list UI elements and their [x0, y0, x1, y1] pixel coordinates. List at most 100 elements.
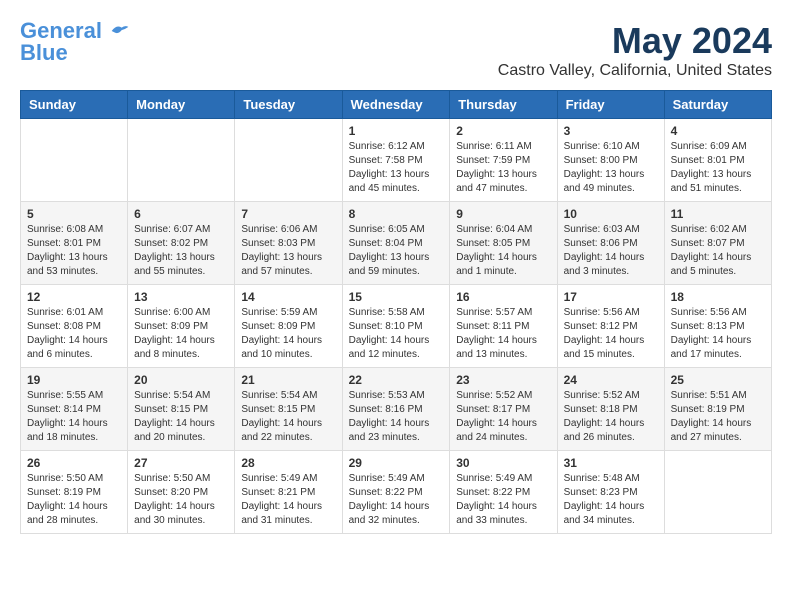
logo-text: General [20, 20, 130, 42]
calendar-cell: 4 Sunrise: 6:09 AMSunset: 8:01 PMDaylight… [664, 119, 771, 202]
day-number: 30 [456, 456, 550, 470]
day-number: 4 [671, 124, 765, 138]
calendar: SundayMondayTuesdayWednesdayThursdayFrid… [20, 90, 772, 534]
day-number: 9 [456, 207, 550, 221]
calendar-cell: 15 Sunrise: 5:58 AMSunset: 8:10 PMDayligh… [342, 285, 450, 368]
calendar-header-friday: Friday [557, 91, 664, 119]
day-info: Sunrise: 6:05 AMSunset: 8:04 PMDaylight:… [349, 223, 444, 279]
calendar-cell: 31Sunrise: 5:48 AMSunset: 8:23 PMDayligh… [557, 451, 664, 534]
location: Castro Valley, California, United States [498, 62, 772, 80]
calendar-header-thursday: Thursday [450, 91, 557, 119]
calendar-header-sunday: Sunday [21, 91, 128, 119]
day-number: 11 [671, 207, 765, 221]
day-number: 25 [671, 373, 765, 387]
title-section: May 2024 Castro Valley, California, Unit… [498, 20, 772, 80]
day-info: Sunrise: 6:12 AMSunset: 7:58 PMDaylight:… [349, 140, 444, 196]
day-number: 31 [564, 456, 658, 470]
day-info: Sunrise: 5:58 AMSunset: 8:10 PMDaylight:… [349, 306, 444, 362]
page-header: General Blue May 2024 Castro Valley, Cal… [20, 20, 772, 80]
calendar-week-2: 5 Sunrise: 6:08 AMSunset: 8:01 PMDaylight… [21, 202, 772, 285]
day-info: Sunrise: 5:59 AMSunset: 8:09 PMDaylight:… [241, 306, 335, 362]
calendar-cell: 13 Sunrise: 6:00 AMSunset: 8:09 PMDayligh… [128, 285, 235, 368]
day-number: 3 [564, 124, 658, 138]
day-number: 13 [134, 290, 228, 304]
calendar-week-3: 12 Sunrise: 6:01 AMSunset: 8:08 PMDayligh… [21, 285, 772, 368]
day-number: 20 [134, 373, 228, 387]
calendar-cell: 10 Sunrise: 6:03 AMSunset: 8:06 PMDayligh… [557, 202, 664, 285]
calendar-cell: 26Sunrise: 5:50 AMSunset: 8:19 PMDayligh… [21, 451, 128, 534]
day-number: 12 [27, 290, 121, 304]
calendar-header-wednesday: Wednesday [342, 91, 450, 119]
day-info: Sunrise: 5:57 AMSunset: 8:11 PMDaylight:… [456, 306, 550, 362]
day-info: Sunrise: 5:49 AMSunset: 8:22 PMDaylight:… [349, 472, 444, 528]
day-info: Sunrise: 6:07 AMSunset: 8:02 PMDaylight:… [134, 223, 228, 279]
calendar-cell: 5 Sunrise: 6:08 AMSunset: 8:01 PMDaylight… [21, 202, 128, 285]
day-number: 24 [564, 373, 658, 387]
day-number: 8 [349, 207, 444, 221]
calendar-header-row: SundayMondayTuesdayWednesdayThursdayFrid… [21, 91, 772, 119]
day-info: Sunrise: 5:56 AMSunset: 8:12 PMDaylight:… [564, 306, 658, 362]
day-number: 6 [134, 207, 228, 221]
day-info: Sunrise: 5:56 AMSunset: 8:13 PMDaylight:… [671, 306, 765, 362]
calendar-week-4: 19 Sunrise: 5:55 AMSunset: 8:14 PMDayligh… [21, 368, 772, 451]
day-info: Sunrise: 6:02 AMSunset: 8:07 PMDaylight:… [671, 223, 765, 279]
day-info: Sunrise: 5:52 AMSunset: 8:18 PMDaylight:… [564, 389, 658, 445]
day-number: 5 [27, 207, 121, 221]
day-info: Sunrise: 6:04 AMSunset: 8:05 PMDaylight:… [456, 223, 550, 279]
day-info: Sunrise: 5:52 AMSunset: 8:17 PMDaylight:… [456, 389, 550, 445]
logo-text2: Blue [20, 40, 68, 65]
day-number: 15 [349, 290, 444, 304]
calendar-cell: 1 Sunrise: 6:12 AMSunset: 7:58 PMDaylight… [342, 119, 450, 202]
calendar-cell: 17 Sunrise: 5:56 AMSunset: 8:12 PMDayligh… [557, 285, 664, 368]
day-number: 23 [456, 373, 550, 387]
calendar-cell: 9 Sunrise: 6:04 AMSunset: 8:05 PMDaylight… [450, 202, 557, 285]
day-info: Sunrise: 6:06 AMSunset: 8:03 PMDaylight:… [241, 223, 335, 279]
day-number: 21 [241, 373, 335, 387]
calendar-cell: 28Sunrise: 5:49 AMSunset: 8:21 PMDayligh… [235, 451, 342, 534]
calendar-cell [21, 119, 128, 202]
calendar-cell: 19 Sunrise: 5:55 AMSunset: 8:14 PMDayligh… [21, 368, 128, 451]
calendar-cell: 29Sunrise: 5:49 AMSunset: 8:22 PMDayligh… [342, 451, 450, 534]
calendar-cell: 25 Sunrise: 5:51 AMSunset: 8:19 PMDayligh… [664, 368, 771, 451]
calendar-cell: 21 Sunrise: 5:54 AMSunset: 8:15 PMDayligh… [235, 368, 342, 451]
day-number: 28 [241, 456, 335, 470]
day-number: 10 [564, 207, 658, 221]
calendar-cell: 27Sunrise: 5:50 AMSunset: 8:20 PMDayligh… [128, 451, 235, 534]
day-info: Sunrise: 6:09 AMSunset: 8:01 PMDaylight:… [671, 140, 765, 196]
day-info: Sunrise: 5:55 AMSunset: 8:14 PMDaylight:… [27, 389, 121, 445]
calendar-cell: 6 Sunrise: 6:07 AMSunset: 8:02 PMDaylight… [128, 202, 235, 285]
day-info: Sunrise: 6:08 AMSunset: 8:01 PMDaylight:… [27, 223, 121, 279]
calendar-cell: 16 Sunrise: 5:57 AMSunset: 8:11 PMDayligh… [450, 285, 557, 368]
day-info: Sunrise: 6:11 AMSunset: 7:59 PMDaylight:… [456, 140, 550, 196]
day-info: Sunrise: 6:01 AMSunset: 8:08 PMDaylight:… [27, 306, 121, 362]
calendar-cell: 12 Sunrise: 6:01 AMSunset: 8:08 PMDayligh… [21, 285, 128, 368]
calendar-week-1: 1 Sunrise: 6:12 AMSunset: 7:58 PMDaylight… [21, 119, 772, 202]
calendar-cell: 14 Sunrise: 5:59 AMSunset: 8:09 PMDayligh… [235, 285, 342, 368]
day-number: 17 [564, 290, 658, 304]
calendar-cell: 23 Sunrise: 5:52 AMSunset: 8:17 PMDayligh… [450, 368, 557, 451]
day-info: Sunrise: 6:00 AMSunset: 8:09 PMDaylight:… [134, 306, 228, 362]
day-info: Sunrise: 6:03 AMSunset: 8:06 PMDaylight:… [564, 223, 658, 279]
day-info: Sunrise: 5:49 AMSunset: 8:22 PMDaylight:… [456, 472, 550, 528]
calendar-cell: 3 Sunrise: 6:10 AMSunset: 8:00 PMDaylight… [557, 119, 664, 202]
day-number: 27 [134, 456, 228, 470]
day-number: 22 [349, 373, 444, 387]
day-number: 19 [27, 373, 121, 387]
day-info: Sunrise: 5:54 AMSunset: 8:15 PMDaylight:… [241, 389, 335, 445]
day-number: 14 [241, 290, 335, 304]
calendar-cell [128, 119, 235, 202]
day-number: 26 [27, 456, 121, 470]
calendar-cell: 2Sunrise: 6:11 AMSunset: 7:59 PMDaylight… [450, 119, 557, 202]
day-info: Sunrise: 6:10 AMSunset: 8:00 PMDaylight:… [564, 140, 658, 196]
calendar-header-tuesday: Tuesday [235, 91, 342, 119]
day-number: 1 [349, 124, 444, 138]
calendar-cell: 11 Sunrise: 6:02 AMSunset: 8:07 PMDayligh… [664, 202, 771, 285]
day-info: Sunrise: 5:54 AMSunset: 8:15 PMDaylight:… [134, 389, 228, 445]
calendar-header-saturday: Saturday [664, 91, 771, 119]
logo: General Blue [20, 20, 130, 65]
day-number: 16 [456, 290, 550, 304]
day-info: Sunrise: 5:51 AMSunset: 8:19 PMDaylight:… [671, 389, 765, 445]
day-number: 7 [241, 207, 335, 221]
calendar-cell: 24 Sunrise: 5:52 AMSunset: 8:18 PMDayligh… [557, 368, 664, 451]
calendar-header-monday: Monday [128, 91, 235, 119]
